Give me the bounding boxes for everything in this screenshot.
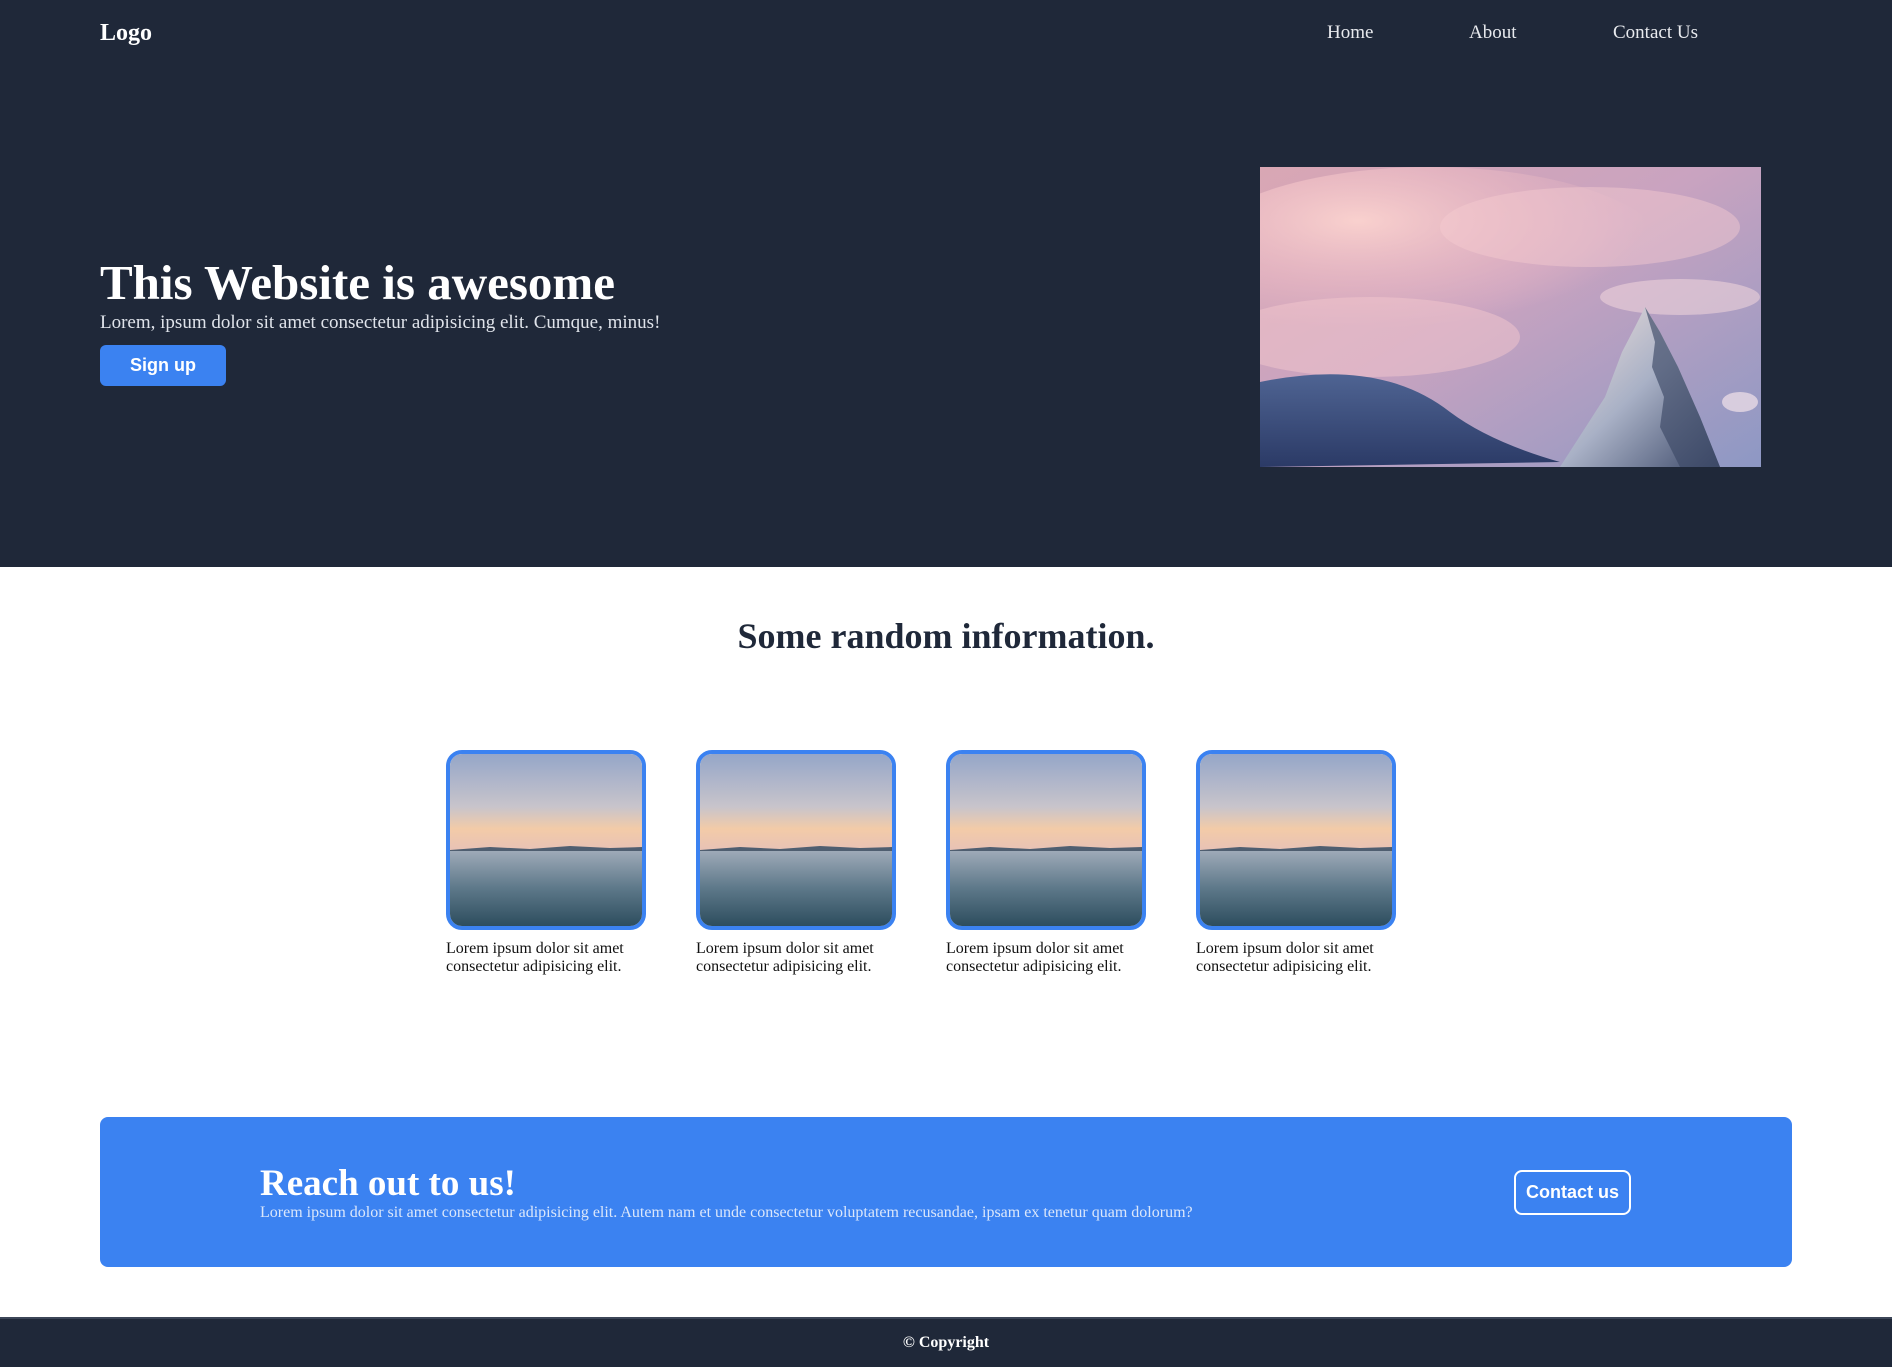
info-section-title: Some random information. xyxy=(737,616,1155,656)
nav-link-about[interactable]: About xyxy=(1469,22,1517,44)
card-image xyxy=(696,750,896,930)
sea-sunset-photo-icon xyxy=(700,754,892,926)
info-card: Lorem ipsum dolor sit amet consectetur a… xyxy=(446,750,646,976)
sea-sunset-photo-icon xyxy=(1200,754,1392,926)
sea-sunset-photo-icon xyxy=(950,754,1142,926)
card-image xyxy=(946,750,1146,930)
card-text: Lorem ipsum dolor sit amet consectetur a… xyxy=(696,940,874,975)
nav-link-contact-us[interactable]: Contact Us xyxy=(1613,22,1698,44)
cta-subtitle: Lorem ipsum dolor sit amet consectetur a… xyxy=(260,1204,1193,1221)
contact-cta-banner: Reach out to us! Lorem ipsum dolor sit a… xyxy=(100,1117,1792,1267)
hero-subtitle: Lorem, ipsum dolor sit amet consectetur … xyxy=(100,312,661,333)
hero-section: Logo Home About Contact Us This Website … xyxy=(0,0,1892,567)
info-card: Lorem ipsum dolor sit amet consectetur a… xyxy=(946,750,1146,976)
card-image xyxy=(1196,750,1396,930)
footer: © Copyright xyxy=(0,1317,1892,1367)
logo[interactable]: Logo xyxy=(100,19,152,47)
navbar: Logo Home About Contact Us xyxy=(0,0,1892,66)
signup-button[interactable]: Sign up xyxy=(100,345,226,386)
hero-title: This Website is awesome xyxy=(100,255,615,310)
hero-text-block: This Website is awesome Lorem, ipsum dol… xyxy=(100,255,660,386)
cta-title: Reach out to us! xyxy=(260,1163,516,1204)
hero-mountain-image xyxy=(1260,167,1761,467)
card-image xyxy=(446,750,646,930)
info-card: Lorem ipsum dolor sit amet consectetur a… xyxy=(696,750,896,976)
contact-us-button[interactable]: Contact us xyxy=(1514,1170,1631,1215)
info-card: Lorem ipsum dolor sit amet consectetur a… xyxy=(1196,750,1396,976)
sea-sunset-photo-icon xyxy=(450,754,642,926)
mountain-peak-photo-icon xyxy=(1260,167,1761,467)
nav-link-home[interactable]: Home xyxy=(1327,22,1373,44)
card-text: Lorem ipsum dolor sit amet consectetur a… xyxy=(1196,940,1374,975)
card-text: Lorem ipsum dolor sit amet consectetur a… xyxy=(446,940,624,975)
card-text: Lorem ipsum dolor sit amet consectetur a… xyxy=(946,940,1124,975)
copyright-text: © Copyright xyxy=(902,1334,990,1351)
